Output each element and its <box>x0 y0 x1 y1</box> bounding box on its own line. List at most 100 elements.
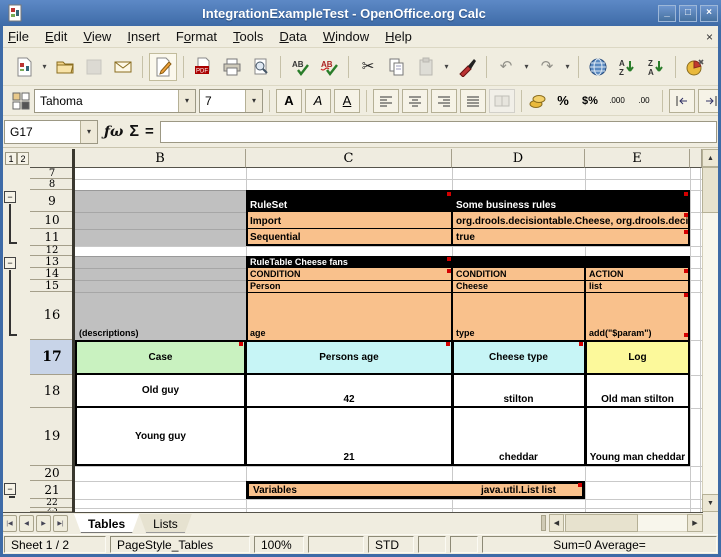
cell-E14[interactable]: ACTION <box>585 268 688 280</box>
cell-C21[interactable]: Variables <box>246 481 452 499</box>
cell-E18[interactable]: Old man stilton <box>585 375 690 406</box>
copy-button[interactable] <box>384 54 410 80</box>
row-header-19[interactable]: 19 <box>30 408 74 466</box>
next-sheet-button[interactable]: ▶ <box>36 515 51 532</box>
delete-decimal-button[interactable]: .00 <box>632 90 656 112</box>
row-header-16[interactable]: 16 <box>30 292 74 340</box>
menu-data[interactable]: Data <box>271 27 314 46</box>
edit-file-button[interactable] <box>149 53 177 81</box>
menu-file[interactable]: File <box>0 27 37 46</box>
hyperlink-button[interactable] <box>585 54 611 80</box>
cell-D15[interactable]: Cheese <box>452 280 583 292</box>
align-left-button[interactable] <box>373 89 399 113</box>
formula-input[interactable] <box>160 121 717 143</box>
currency-format-button[interactable] <box>528 90 548 112</box>
merge-cells-button[interactable] <box>489 89 515 113</box>
new-dropdown-icon[interactable]: ▾ <box>40 62 49 71</box>
underline-button[interactable]: A <box>334 89 360 113</box>
font-name-combo[interactable]: Tahoma▾ <box>34 89 196 113</box>
paste-button[interactable] <box>413 54 439 80</box>
sheet-tab-lists[interactable]: Lists <box>139 514 192 533</box>
auto-spellcheck-button[interactable]: AB <box>316 54 342 80</box>
add-decimal-button[interactable]: .000 <box>605 90 629 112</box>
equals-icon[interactable]: = <box>145 123 154 140</box>
row-header-9[interactable]: 9 <box>30 190 74 212</box>
row-header-10[interactable]: 10 <box>30 212 74 229</box>
format-paintbrush-button[interactable] <box>454 54 480 80</box>
redo-dropdown-icon[interactable]: ▾ <box>563 62 572 71</box>
cell-D10[interactable]: org.drools.decisiontable.Cheese, org.dro… <box>452 212 688 228</box>
cell-C11[interactable]: Sequential <box>246 229 450 244</box>
name-box[interactable]: G17▾ <box>4 120 98 144</box>
cell-E19[interactable]: Young man cheddar <box>585 408 690 464</box>
email-button[interactable] <box>110 54 136 80</box>
column-header-D[interactable]: D <box>452 149 585 168</box>
chevron-down-icon[interactable]: ▾ <box>245 90 262 112</box>
row-header-21[interactable]: 21 <box>30 481 74 499</box>
scroll-right-button[interactable]: ▶ <box>687 514 703 532</box>
selection-mode-indicator[interactable]: STD <box>368 536 414 553</box>
sort-descending-button[interactable]: ZA <box>643 54 669 80</box>
undo-dropdown-icon[interactable]: ▾ <box>522 62 531 71</box>
insert-chart-button[interactable] <box>682 54 708 80</box>
menu-window[interactable]: Window <box>315 27 377 46</box>
document-close-icon[interactable]: × <box>706 30 713 44</box>
vertical-scroll-thumb[interactable] <box>702 167 719 213</box>
redo-button[interactable]: ↷ <box>534 54 560 80</box>
column-header-partial[interactable] <box>690 149 702 168</box>
title-bar[interactable]: IntegrationExampleTest - OpenOffice.org … <box>0 0 721 26</box>
sum-icon[interactable]: Σ <box>129 123 139 141</box>
font-size-combo[interactable]: 7▾ <box>199 89 263 113</box>
sheet-tab-tables[interactable]: Tables <box>74 514 139 533</box>
italic-button[interactable]: A <box>305 89 331 113</box>
scroll-left-button[interactable]: ◀ <box>549 514 564 532</box>
cell-D14[interactable]: CONDITION <box>452 268 583 280</box>
cell-E15[interactable]: list <box>585 280 688 292</box>
align-justified-button[interactable] <box>460 89 486 113</box>
sort-ascending-button[interactable]: AZ <box>614 54 640 80</box>
cell-C10[interactable]: Import <box>246 212 450 228</box>
cell-B18[interactable]: Old guy <box>75 375 246 406</box>
cell-C9[interactable]: RuleSet <box>246 190 450 212</box>
row-header-7[interactable]: 7 <box>30 168 74 179</box>
cell-D9[interactable]: Some business rules <box>452 190 688 212</box>
undo-button[interactable]: ↶ <box>493 54 519 80</box>
page-preview-button[interactable] <box>248 54 274 80</box>
bold-button[interactable]: A <box>276 89 302 113</box>
cell-D19[interactable]: cheddar <box>452 408 585 464</box>
close-button[interactable]: × <box>700 5 718 22</box>
last-sheet-button[interactable]: ▶| <box>53 515 68 532</box>
sum-indicator[interactable]: Sum=0 Average= <box>482 536 717 553</box>
cell-B17[interactable]: Case <box>75 340 246 374</box>
menu-format[interactable]: Format <box>168 27 225 46</box>
cell-C16[interactable]: age <box>246 292 450 339</box>
open-button[interactable] <box>52 54 78 80</box>
scroll-up-button[interactable]: ▲ <box>702 149 719 167</box>
outline-level-1-button[interactable]: 1 <box>5 152 17 165</box>
outline-collapse-button[interactable]: − <box>4 257 16 269</box>
align-right-button[interactable] <box>431 89 457 113</box>
cut-button[interactable]: ✂ <box>355 54 381 80</box>
cell-D21[interactable]: java.util.List list <box>452 481 585 499</box>
row-header-11[interactable]: 11 <box>30 229 74 246</box>
cell-D11[interactable]: true <box>452 229 688 244</box>
align-center-button[interactable] <box>402 89 428 113</box>
maximize-button[interactable]: □ <box>679 5 697 22</box>
horizontal-scroll-thumb[interactable] <box>565 514 638 532</box>
scroll-down-button[interactable]: ▼ <box>702 494 719 512</box>
cell-C17[interactable]: Persons age <box>246 340 452 374</box>
gray-block-B9-B11[interactable] <box>75 190 246 246</box>
row-header-22[interactable]: 22 <box>30 499 74 508</box>
cell-C13[interactable]: RuleTable Cheese fans <box>246 256 546 268</box>
save-button[interactable] <box>81 54 107 80</box>
first-sheet-button[interactable]: |◀ <box>2 515 17 532</box>
decrease-indent-button[interactable] <box>669 89 695 113</box>
select-all-corner[interactable] <box>30 149 75 168</box>
new-document-button[interactable] <box>11 54 37 80</box>
row-header-18[interactable]: 18 <box>30 375 74 408</box>
cell-C15[interactable]: Person <box>246 280 450 292</box>
print-button[interactable] <box>219 54 245 80</box>
row-header-8[interactable]: 8 <box>30 179 74 190</box>
chevron-down-icon[interactable]: ▾ <box>80 121 97 143</box>
cell-D17[interactable]: Cheese type <box>452 340 585 374</box>
